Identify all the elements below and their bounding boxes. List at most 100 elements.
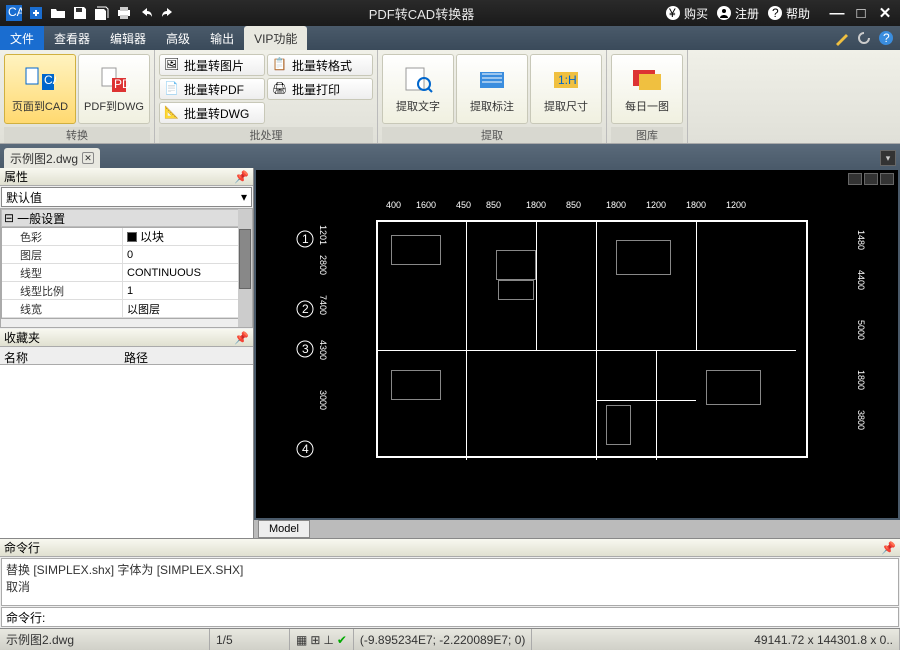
image-icon: 🖼 [164,57,180,73]
extract-text-button[interactable]: 提取文字 [382,54,454,124]
favorites-columns: 名称 路径 [0,347,253,365]
help-link[interactable]: ?帮助 [767,5,810,22]
menu-viewer[interactable]: 查看器 [44,26,100,50]
svg-text:1:H: 1:H [558,73,577,87]
model-tab[interactable]: Model [258,520,310,538]
command-header: 命令行 📌 [0,539,900,557]
extract-text-icon [402,64,434,96]
statusbar: 示例图2.dwg 1/5 ▦ ⊞ ⊥ ✔ (-9.895234E7; -2.22… [0,628,900,650]
status-page: 1/5 [210,629,290,650]
batch-image-button[interactable]: 🖼批量转图片 [159,54,265,76]
batch-format-button[interactable]: 📋批量转格式 [267,54,373,76]
register-link[interactable]: 注册 [716,5,759,22]
menu-editor[interactable]: 编辑器 [100,26,156,50]
help-icon[interactable]: ? [878,30,894,46]
favorites-header: 收藏夹 📌 [0,329,253,347]
svg-text:3: 3 [302,342,309,356]
menu-output[interactable]: 输出 [200,26,244,50]
status-dims: 49141.72 x 144301.8 x 0.. [748,629,900,650]
favorites-list [0,365,253,538]
prop-category-general[interactable]: ⊟一般设置 [1,209,252,227]
pdf-to-dwg-icon: PDF [98,64,130,96]
extract-dim-button[interactable]: 提取标注 [456,54,528,124]
status-tools: ▦ ⊞ ⊥ ✔ [290,629,354,650]
extract-size-button[interactable]: 1:H 提取尺寸 [530,54,602,124]
titlebar: CAD PDF转CAD转换器 ¥购买 注册 ?帮助 — □ ✕ [0,0,900,26]
document-tabstrip: 示例图2.dwg ✕ ▾ [0,144,900,168]
canvas-restore-icon[interactable] [864,173,878,185]
command-log: 替换 [SIMPLEX.shx] 字体为 [SIMPLEX.SHX] 取消 [1,558,899,606]
props-scrollbar[interactable] [238,209,252,327]
document-tab[interactable]: 示例图2.dwg ✕ [4,148,100,168]
prop-row-layer[interactable]: 图层0 [2,246,251,264]
command-panel: 命令行 📌 替换 [SIMPLEX.shx] 字体为 [SIMPLEX.SHX]… [0,538,900,628]
batch-print-button[interactable]: 🖨批量打印 [267,78,373,100]
page-to-cad-button[interactable]: CAD 页面到CAD [4,54,76,124]
workarea: 属性 📌 默认值 ▾ ⊟一般设置 色彩以块 图层0 线型CONTINUOUS 线… [0,168,900,538]
prop-row-ltscale[interactable]: 线型比例1 [2,282,251,300]
saveall-icon[interactable] [92,4,112,22]
app-title: PDF转CAD转换器 [180,4,663,23]
svg-text:2: 2 [302,302,309,316]
save-icon[interactable] [70,4,90,22]
canvas-close-icon[interactable] [880,173,894,185]
menu-vip[interactable]: VIP功能 [244,26,307,50]
undo-icon[interactable] [136,4,156,22]
print-icon: 🖨 [272,81,288,97]
snap-icon[interactable]: ⊞ [310,633,320,647]
minimize-button[interactable]: — [826,4,848,22]
ortho-icon[interactable]: ⊥ [323,633,333,647]
wand-icon[interactable] [834,30,850,46]
group-convert-label: 转换 [4,127,150,143]
batch-dwg-button[interactable]: 📐批量转DWG [159,102,265,124]
group-gallery-label: 图库 [611,127,683,143]
properties-header: 属性 📌 [0,168,253,186]
svg-text:¥: ¥ [668,6,676,20]
print-icon[interactable] [114,4,134,22]
group-extract-label: 提取 [382,127,602,143]
ribbon: CAD 页面到CAD PDF PDF到DWG 转换 🖼批量转图片 📄批量转PDF… [0,50,900,144]
svg-text:1: 1 [302,232,309,246]
svg-text:CAD: CAD [44,73,56,87]
extract-dim-icon [476,64,508,96]
canvas-minimize-icon[interactable] [848,173,862,185]
refresh-icon[interactable] [856,30,872,46]
buy-link[interactable]: ¥购买 [665,5,708,22]
drawing-canvas[interactable]: 400 1600 450 850 1800 850 1800 1200 1800… [256,170,898,518]
group-batch-label: 批处理 [159,127,373,143]
pin-icon[interactable]: 📌 [881,541,896,555]
tab-dropdown-icon[interactable]: ▾ [880,150,896,166]
daily-image-button[interactable]: 每日一图 [611,54,683,124]
pdf-to-dwg-button[interactable]: PDF PDF到DWG [78,54,150,124]
batch-pdf-button[interactable]: 📄批量转PDF [159,78,265,100]
open-icon[interactable] [48,4,68,22]
prop-row-color[interactable]: 色彩以块 [2,228,251,246]
command-input[interactable]: 命令行: [1,607,899,627]
extract-size-icon: 1:H [550,64,582,96]
redo-icon[interactable] [158,4,178,22]
floor-plan: 400 1600 450 850 1800 850 1800 1200 1800… [316,200,868,488]
tab-close-icon[interactable]: ✕ [82,152,94,164]
menu-file[interactable]: 文件 [0,26,44,50]
layout-tabstrip: Model [254,520,900,538]
gallery-icon [631,64,663,96]
new-icon[interactable] [26,4,46,22]
pin-icon[interactable]: 📌 [234,170,249,184]
status-coords: (-9.895234E7; -2.220089E7; 0) [354,629,532,650]
svg-text:4: 4 [302,442,309,456]
check-icon[interactable]: ✔ [337,633,347,647]
maximize-button[interactable]: □ [850,4,872,22]
dropdown-icon[interactable]: ▾ [241,190,247,204]
close-button[interactable]: ✕ [874,4,896,22]
properties-selector[interactable]: 默认值 ▾ [1,187,252,207]
svg-text:CAD: CAD [8,5,22,19]
menu-advanced[interactable]: 高级 [156,26,200,50]
side-panel: 属性 📌 默认值 ▾ ⊟一般设置 色彩以块 图层0 线型CONTINUOUS 线… [0,168,254,538]
format-icon: 📋 [272,57,288,73]
pdf-icon: 📄 [164,81,180,97]
grid-icon[interactable]: ▦ [296,633,307,647]
prop-row-linetype[interactable]: 线型CONTINUOUS [2,264,251,282]
menubar: 文件 查看器 编辑器 高级 输出 VIP功能 ? [0,26,900,50]
pin-icon[interactable]: 📌 [234,331,249,345]
prop-row-lineweight[interactable]: 线宽以图层 [2,300,251,318]
